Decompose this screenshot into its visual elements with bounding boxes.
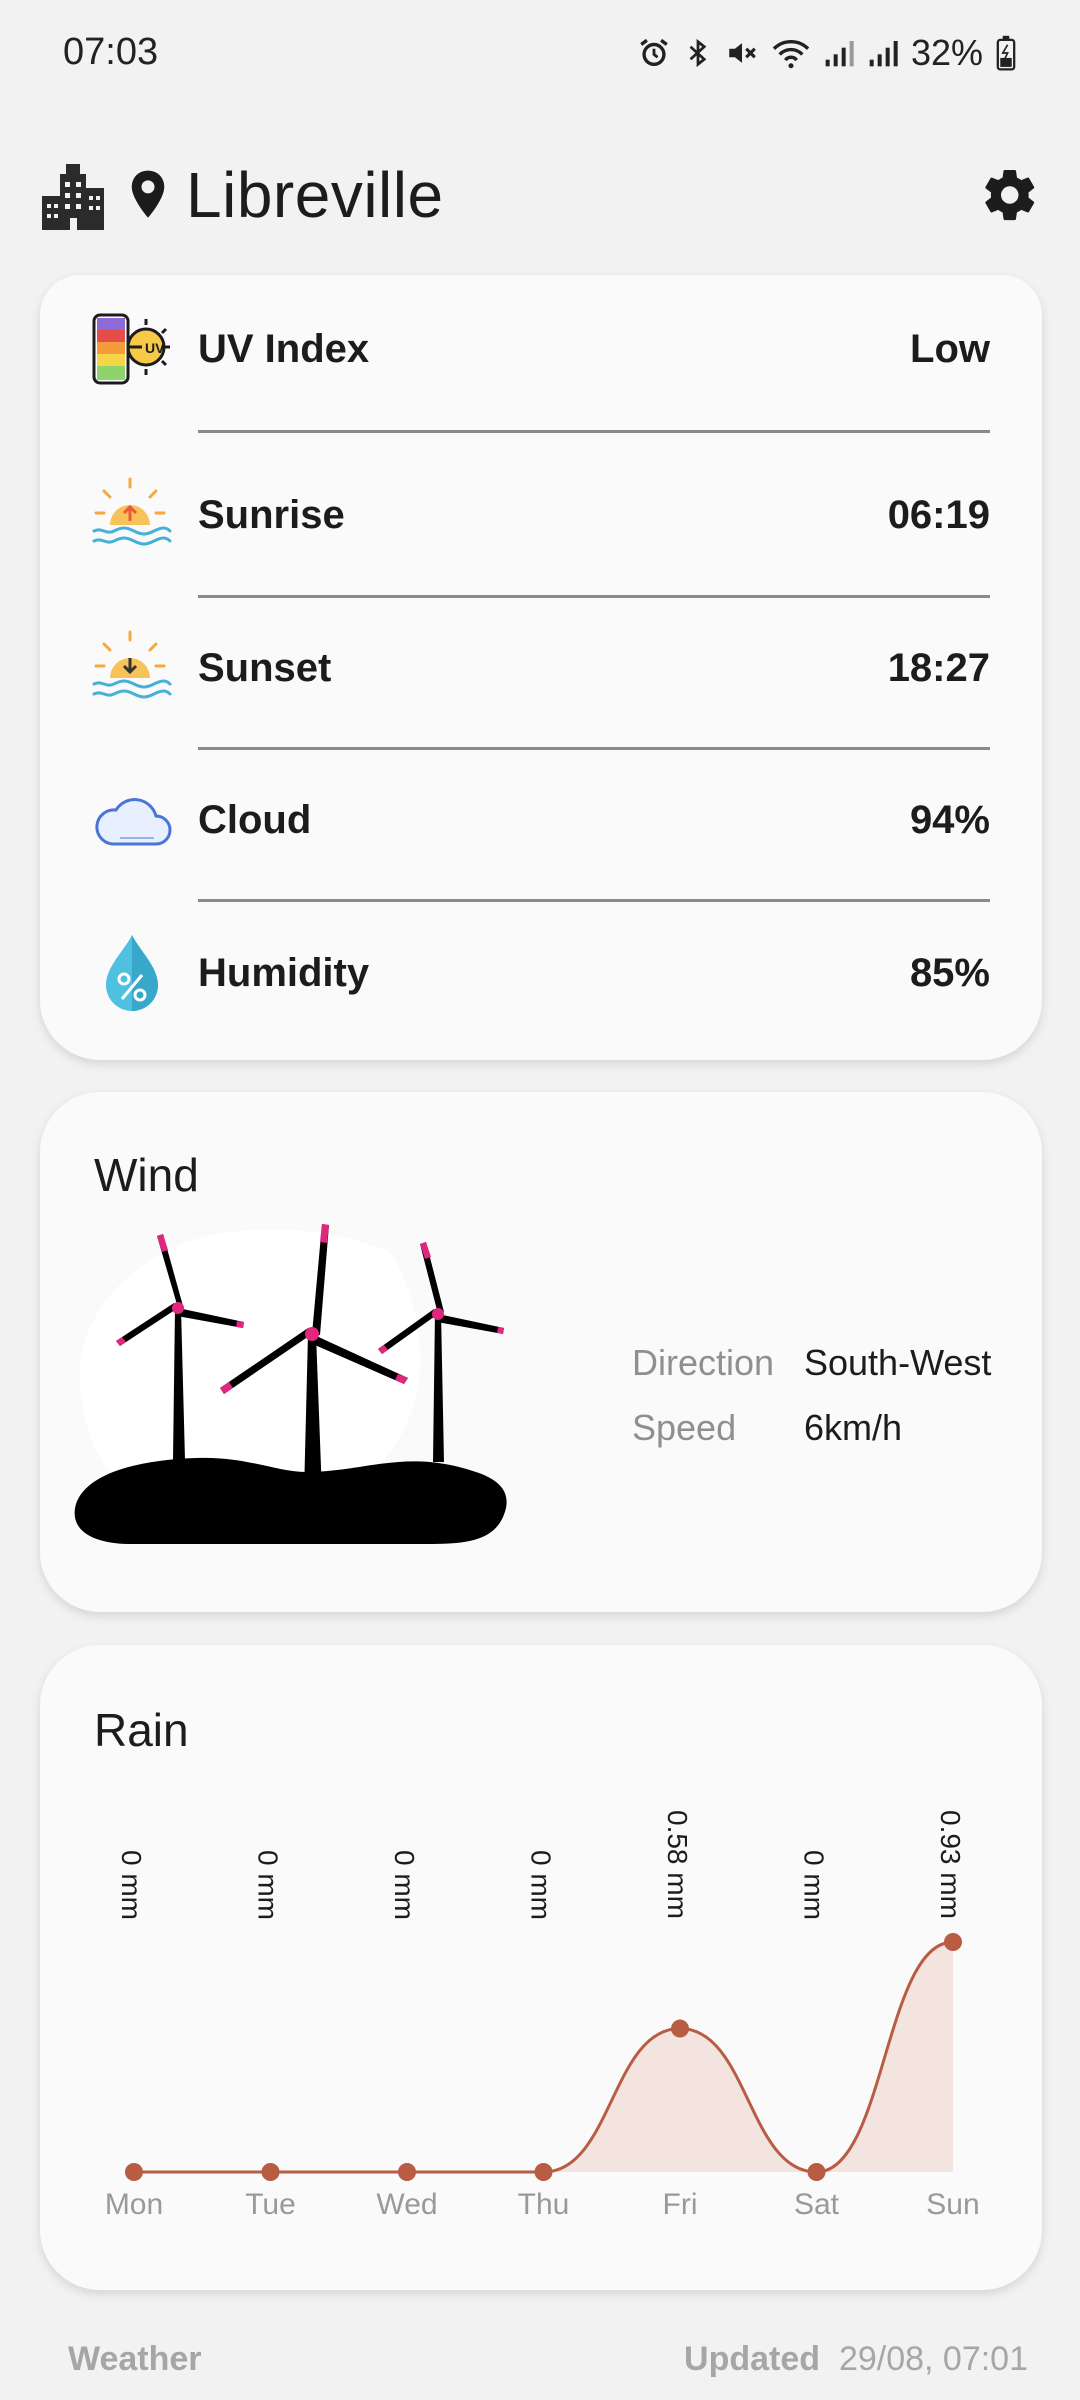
footer-app-name: Weather <box>68 2340 202 2378</box>
divider <box>198 747 990 750</box>
alarm-icon <box>640 38 668 66</box>
rain-point-wed <box>398 2163 416 2181</box>
signal-icon-1 <box>825 40 854 66</box>
rain-data-label-tue: 0 mm <box>253 1850 284 1920</box>
wifi-icon <box>772 39 810 68</box>
wind-direction-label: Direction <box>632 1342 775 1383</box>
footer: Weather Updated 29/08, 07:01 <box>0 2340 1080 2390</box>
rain-point-mon <box>125 2163 143 2181</box>
rain-chart: 0 mm 0 mm 0 mm 0 mm 0.58 mm 0 mm 0.93 mm Mon Tue… <box>105 1810 980 2221</box>
rain-point-fri <box>671 2019 689 2038</box>
rain-data-label-sun: 0.93 mm <box>935 1810 966 1919</box>
rain-x-tick-thu: Thu <box>518 2188 570 2221</box>
cloud-icon <box>95 798 172 846</box>
wind-speed-value: 6km/h <box>804 1407 903 1448</box>
rain-area <box>134 1942 953 2172</box>
city-title[interactable]: Libreville <box>186 158 444 232</box>
footer-updated: Updated 29/08, 07:01 <box>684 2340 1028 2379</box>
uv-index-icon: UV <box>92 313 170 385</box>
detail-label: Sunrise <box>198 492 345 537</box>
detail-row-humidity: Humidity 85% <box>40 923 1042 1023</box>
wind-turbines-illustration <box>74 1224 507 1544</box>
rain-data-label-mon: 0 mm <box>116 1850 147 1920</box>
header: Libreville <box>0 140 1080 250</box>
rain-data-label-fri: 0.58 mm <box>662 1810 693 1919</box>
rain-x-tick-sat: Sat <box>794 2188 840 2221</box>
rain-x-tick-wed: Wed <box>376 2188 437 2221</box>
details-card: UV UV Index Low Sunrise 06:19 Sunset 18:… <box>40 275 1042 1060</box>
rain-data-label-wed: 0 mm <box>389 1850 420 1920</box>
city-buildings-icon[interactable] <box>40 160 106 230</box>
mute-icon <box>729 42 756 63</box>
settings-gear-icon[interactable] <box>980 165 1040 225</box>
detail-label: UV Index <box>198 326 370 371</box>
rain-point-sat <box>807 2163 826 2181</box>
divider <box>198 899 990 902</box>
svg-text:UV: UV <box>145 340 165 356</box>
rain-x-tick-sun: Sun <box>926 2188 979 2221</box>
rain-point-thu <box>534 2163 553 2181</box>
detail-value: Low <box>910 326 990 371</box>
rain-data-label-sat: 0 mm <box>799 1850 830 1920</box>
detail-label: Cloud <box>198 797 312 842</box>
rain-x-tick-fri: Fri <box>663 2188 698 2221</box>
sunrise-icon <box>92 477 172 546</box>
rain-line <box>134 1940 954 2174</box>
wind-title: Wind <box>94 1149 199 1201</box>
wind-speed-label: Speed <box>632 1407 737 1448</box>
detail-row-cloud: Cloud 94% <box>40 770 1042 870</box>
detail-value: 85% <box>909 950 990 995</box>
wind-direction-value: South-West <box>804 1342 992 1383</box>
detail-value: 94% <box>909 797 990 842</box>
detail-label: Humidity <box>198 950 370 995</box>
divider <box>198 595 990 598</box>
humidity-icon <box>106 935 158 1011</box>
sunset-icon <box>92 630 172 699</box>
rain-x-tick-tue: Tue <box>245 2188 296 2221</box>
location-pin-icon <box>131 170 165 218</box>
footer-updated-value: 29/08, 07:01 <box>838 2340 1028 2378</box>
signal-icon-2 <box>869 40 898 66</box>
wind-card: Wind Direction South-West Speed 6km/h <box>40 1092 1042 1612</box>
detail-label: Sunset <box>198 645 332 690</box>
status-icons: 32% <box>637 32 1017 74</box>
detail-value: 06:19 <box>887 492 990 537</box>
status-time: 07:03 <box>63 31 159 73</box>
bluetooth-icon <box>689 38 707 67</box>
rain-point-sun <box>944 1933 962 1951</box>
detail-row-sunrise: Sunrise 06:19 <box>40 465 1042 565</box>
battery-percent: 32% <box>910 31 983 73</box>
rain-data-label-thu: 0 mm <box>526 1850 557 1920</box>
detail-value: 18:27 <box>887 645 990 690</box>
rain-x-tick-mon: Mon <box>105 2188 163 2221</box>
detail-row-sunset: Sunset 18:27 <box>40 618 1042 718</box>
rain-point-tue <box>261 2163 280 2181</box>
divider <box>198 430 990 433</box>
detail-row-uv-index: UV UV Index Low <box>40 299 1042 399</box>
battery-icon <box>996 35 1016 71</box>
status-bar: 07:03 32% <box>0 0 1080 105</box>
footer-updated-label: Updated <box>684 2340 821 2378</box>
rain-card: Rain 0 mm 0 mm 0 mm 0 mm 0.58 mm 0 mm 0.93 mm M… <box>40 1645 1042 2290</box>
